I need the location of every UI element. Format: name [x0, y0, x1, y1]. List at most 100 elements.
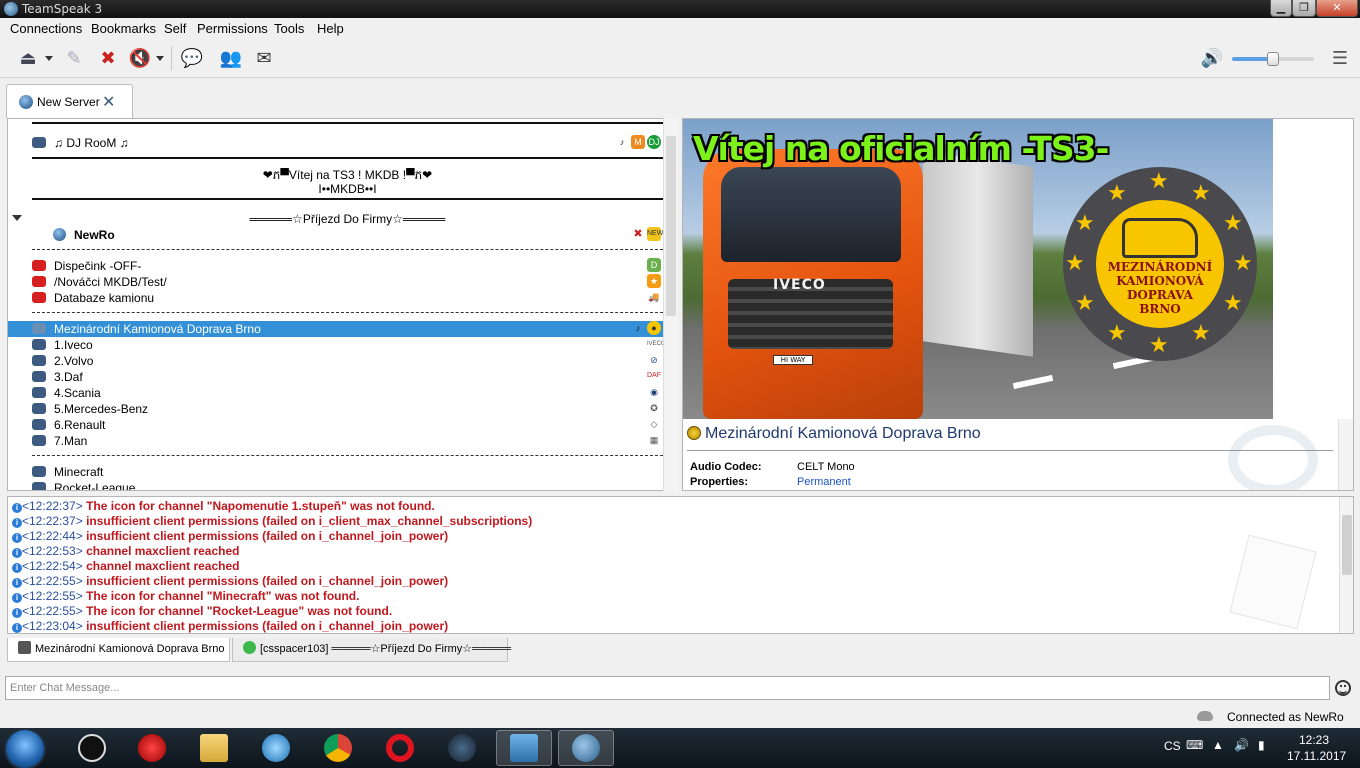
scania-logo-icon: ◉ [650, 387, 658, 397]
mute-speakers-icon[interactable]: 🔇 [128, 46, 152, 70]
emblem-text: MEZINÁRODNÍ KAMIONOVÁ DOPRAVA BRNO [1107, 260, 1213, 316]
volume-slider-handle[interactable] [1267, 52, 1279, 66]
start-button[interactable] [6, 730, 44, 768]
log-timestamp: <12:22:37> [22, 514, 83, 528]
menu-permissions[interactable]: Permissions [197, 21, 268, 36]
chat-message-input[interactable]: Enter Chat Message... [5, 676, 1330, 700]
tray-network-icon[interactable]: ▮ [1258, 738, 1265, 752]
server-tab-strip [0, 80, 1360, 118]
settings-panel-icon[interactable]: ☰ [1328, 46, 1352, 70]
taskbar-obs[interactable] [64, 730, 120, 766]
log-line: i <12:22:55> The icon for channel "Rocket… [12, 604, 392, 619]
emoticon-icon[interactable] [1335, 680, 1351, 696]
maximize-button[interactable]: ❐ [1292, 0, 1316, 17]
menu-tools[interactable]: Tools [274, 21, 304, 36]
channel-minecraft[interactable]: Minecraft [8, 464, 663, 480]
close-window-button[interactable]: ✕ [1316, 0, 1358, 17]
tray-volume-icon[interactable]: 🔊 [1234, 738, 1249, 752]
channel-man[interactable]: 7.Man ▦ [8, 433, 663, 449]
log-message: insufficient client permissions (failed … [86, 529, 449, 543]
channel-scania[interactable]: 4.Scania ◉ [8, 385, 663, 401]
tray-arrow-icon[interactable]: ▲ [1212, 738, 1224, 752]
taskbar-steam[interactable] [434, 730, 490, 766]
road-marking [1012, 374, 1054, 390]
channel-name: /Nováčci MKDB/Test/ [54, 275, 167, 289]
taskbar-opera[interactable] [372, 730, 428, 766]
channel-renault[interactable]: 6.Renault ◇ [8, 417, 663, 433]
info-scrollbar[interactable] [1338, 419, 1353, 490]
log-scrollbar[interactable] [1339, 497, 1353, 633]
volume-speaker-icon[interactable]: 🔊 [1200, 46, 1224, 70]
input-language[interactable]: CS [1164, 739, 1181, 753]
channel-chat-icon[interactable]: 💬 [180, 46, 204, 70]
log-line: i <12:22:37> The icon for channel "Napome… [12, 499, 435, 514]
channel-iveco[interactable]: 1.Iveco IVECO [8, 337, 666, 353]
taskbar-chrome[interactable] [310, 730, 366, 766]
tree-dashed-spacer [32, 312, 663, 313]
chevron-down-icon[interactable] [156, 56, 164, 61]
chevron-down-icon[interactable] [45, 56, 53, 61]
channel-daf[interactable]: 3.Daf DAF [8, 369, 663, 385]
contacts-icon[interactable]: 👥 [219, 46, 243, 70]
taskbar-app-red[interactable] [124, 730, 180, 766]
channel-name: 2.Volvo [54, 354, 94, 368]
mercedes-logo-icon: ✪ [650, 403, 658, 413]
audio-codec-value: CELT Mono [797, 461, 855, 473]
emblem-truck-outline [1122, 218, 1198, 258]
disconnect-icon[interactable]: ⏏ [16, 46, 40, 70]
whisper-icon[interactable]: ✉ [252, 46, 276, 70]
collapse-arrow-icon[interactable] [12, 215, 22, 221]
tree-spacer-line [32, 198, 663, 200]
close-tab-icon[interactable]: ✕ [102, 92, 115, 111]
log-timestamp: <12:22:55> [22, 589, 83, 603]
iveco-logo-icon: IVECO [647, 341, 666, 347]
star-icon: ★ [647, 274, 661, 288]
spacer-prijezd-do-firmy[interactable]: ═════☆Příjezd Do Firmy☆═════ [32, 212, 663, 226]
channel-mercedes-benz[interactable]: 5.Mercedes-Benz ✪ [8, 401, 663, 417]
scrollbar-thumb[interactable] [666, 136, 676, 316]
menu-help[interactable]: Help [317, 21, 344, 36]
keyboard-icon[interactable]: ⌨ [1186, 738, 1203, 752]
clock-time[interactable]: 12:23 [1299, 733, 1329, 747]
channel-rocket-league[interactable]: Rocket-League [8, 480, 663, 490]
log-message: The icon for channel "Rocket-League" was… [86, 604, 393, 618]
menu-bar: Connections Bookmarks Self Permissions T… [0, 18, 1360, 38]
new-badge-icon: NEW [647, 227, 663, 241]
mkdb-emblem: ★ ★ ★ ★ ★ ★ ★ ★ ★ ★ ★ ★ MEZINÁRODNÍ KAMI… [1063, 167, 1257, 361]
channel-novacci[interactable]: /Nováčci MKDB/Test/ ★ [8, 274, 663, 290]
scrollbar-thumb[interactable] [1342, 515, 1352, 575]
info-icon: i [12, 563, 22, 573]
menu-bookmarks[interactable]: Bookmarks [91, 21, 156, 36]
log-line: i <12:22:55> The icon for channel "Minecr… [12, 589, 359, 604]
channel-volvo[interactable]: 2.Volvo ⊘ [8, 353, 663, 369]
channel-dj-room[interactable]: ♫ DJ RooM ♫ ♪ M DJ [8, 135, 663, 151]
channel-databaze[interactable]: Databaze kamionu 🚚 [8, 290, 663, 306]
taskbar-explorer[interactable] [186, 730, 242, 766]
taskbar-control-panel[interactable] [496, 730, 552, 766]
welcome-spacer-line2[interactable]: I••MKDB••I [32, 182, 663, 196]
taskbar-teamspeak[interactable] [558, 730, 614, 766]
channel-name: 3.Daf [54, 370, 83, 384]
log-message: insufficient client permissions (failed … [86, 574, 449, 588]
properties-value[interactable]: Permanent [797, 476, 851, 488]
channel-name: Minecraft [54, 465, 104, 479]
channel-bubble-icon [32, 482, 46, 490]
away-icon[interactable]: ✎ [62, 46, 86, 70]
log-line: i <12:22:55> insufficient client permissi… [12, 574, 448, 589]
client-newro[interactable]: NewRo ✖ NEW [8, 227, 663, 243]
clock-date[interactable]: 17.11.2017 [1287, 749, 1346, 763]
server-tab-new-server[interactable]: New Server ✕ [6, 84, 133, 118]
menu-self[interactable]: Self [164, 21, 186, 36]
menu-connections[interactable]: Connections [10, 21, 82, 36]
log-timestamp: <12:22:55> [22, 604, 83, 618]
chat-tab-channel[interactable]: [csspacer103] ═════☆Příjezd Do Firmy☆═══… [232, 638, 511, 662]
channel-dispecink[interactable]: Dispečink -OFF- D [8, 258, 663, 274]
channel-tree-scrollbar[interactable] [663, 118, 678, 491]
music-note-icon: ♪ [619, 137, 625, 147]
mute-microphone-icon[interactable]: ✖ [96, 46, 120, 70]
minimize-button[interactable]: ▁ [1270, 0, 1292, 17]
taskbar-app-blue[interactable] [248, 730, 304, 766]
chat-tab-server[interactable]: Mezinárodní Kamionová Doprava Brno [7, 638, 230, 662]
channel-mezinarodni-kamionova-doprava-brno[interactable]: Mezinárodní Kamionová Doprava Brno ♪ ● [8, 321, 663, 337]
server-tab-label: New Server [37, 95, 100, 109]
